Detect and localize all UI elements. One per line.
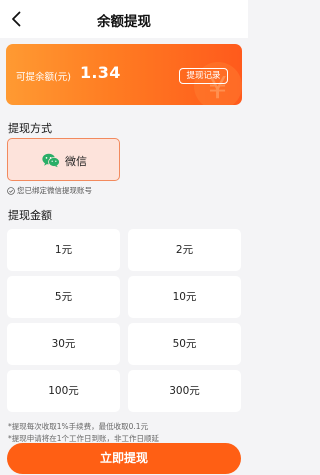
withdraw-now-button[interactable]: 立即提现 [7,443,241,474]
amount-option-10[interactable]: 10元 [128,276,241,318]
withdraw-record-button[interactable]: 提现记录 [179,68,228,84]
balance-card: ¥ 可提余额(元) 1.34 提现记录 [6,44,242,105]
wechat-method-option[interactable]: 微信 [7,138,120,181]
amount-option-50[interactable]: 50元 [128,323,241,365]
bind-status-tip: 您已绑定微信提现账号 [7,185,92,196]
balance-label: 可提余额(元) [16,72,71,83]
balance-amount: 1.34 [80,63,121,82]
withdraw-notes: *提现每次收取1%手续费，最低收取0.1元 *提现申请将在1个工作日到账，非工作… [8,421,244,445]
bind-tip-text: 您已绑定微信提现账号 [17,186,92,195]
amount-option-100[interactable]: 100元 [7,370,120,412]
check-circle-icon [7,186,15,195]
wechat-icon [42,153,60,168]
amount-option-30[interactable]: 30元 [7,323,120,365]
amount-option-2[interactable]: 2元 [128,229,241,271]
note-fee: *提现每次收取1%手续费，最低收取0.1元 [8,422,149,431]
top-nav-bar: 余额提现 [0,0,248,38]
method-section-title: 提现方式 [8,122,52,135]
amount-option-1[interactable]: 1元 [7,229,120,271]
method-name: 微信 [65,155,87,168]
amount-option-300[interactable]: 300元 [128,370,241,412]
amount-option-5[interactable]: 5元 [7,276,120,318]
amount-section-title: 提现金额 [8,209,52,222]
page-title: 余额提现 [97,14,151,30]
